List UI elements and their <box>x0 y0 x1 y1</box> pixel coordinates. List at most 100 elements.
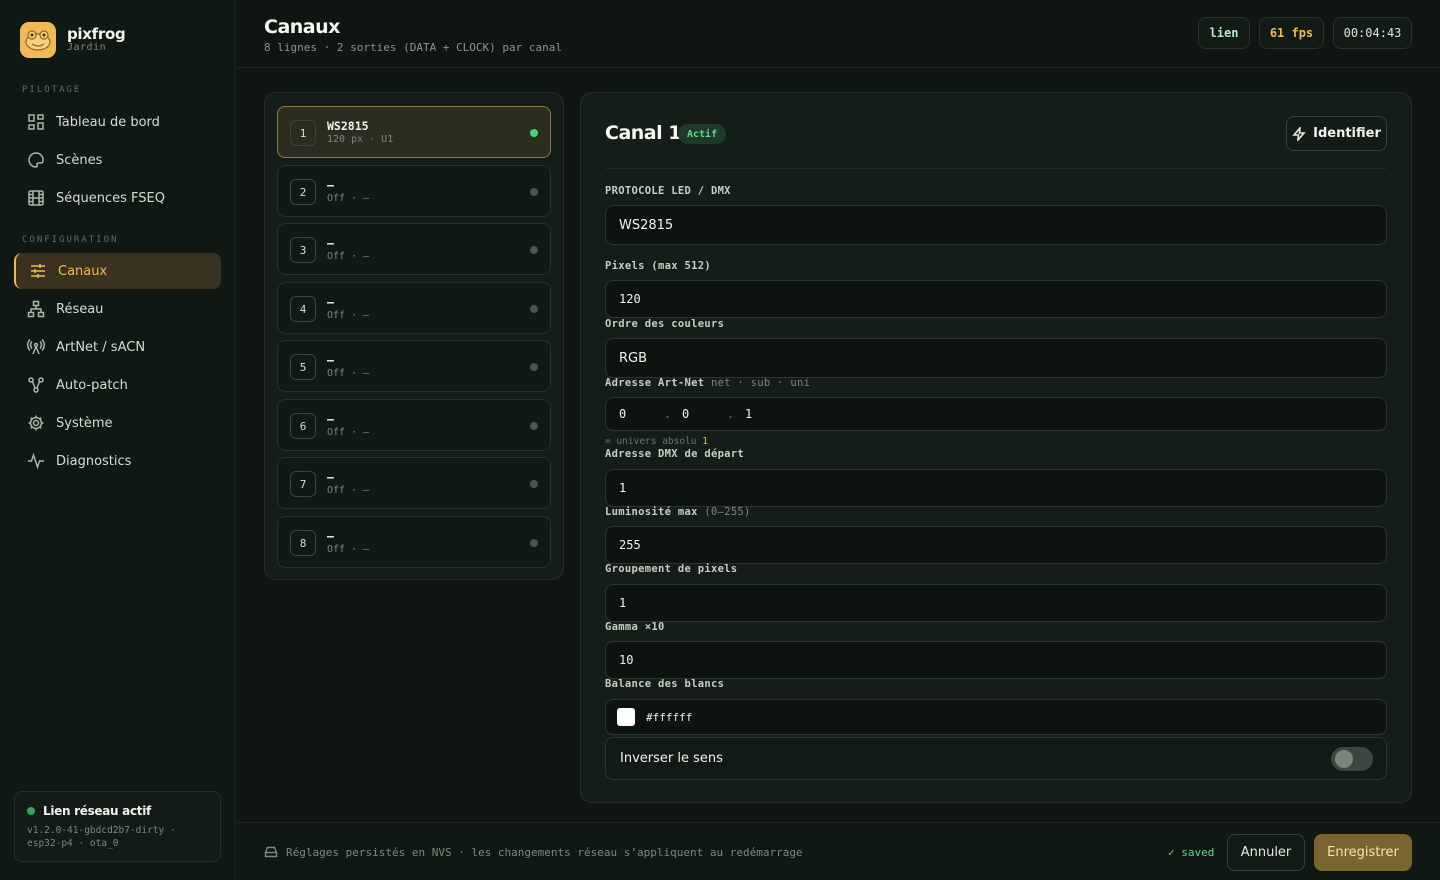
channel-name: — <box>327 295 334 309</box>
status-badge: Actif <box>678 124 727 144</box>
gamma-value: 10 <box>619 653 634 667</box>
pixels-input[interactable]: 120 <box>605 280 1387 318</box>
sidebar-item-label: Séquences FSEQ <box>56 190 165 206</box>
sidebar-item-label: Tableau de bord <box>56 114 160 130</box>
link-status-pill: lien <box>1198 17 1250 49</box>
section-label-pilotage: PILOTAGE <box>22 85 82 95</box>
channel-name: — <box>327 353 334 367</box>
channel-number: 3 <box>290 237 316 263</box>
page-header: Canaux 8 lignes · 2 sorties (DATA + CLOC… <box>236 0 1440 68</box>
gamma-input[interactable]: 10 <box>605 641 1387 679</box>
film-icon <box>28 190 44 206</box>
sidebar-item-label: Auto-patch <box>56 377 128 393</box>
sidebar: pixfrog Jardin PILOTAGE Tableau de bord … <box>0 0 236 880</box>
sidebar-item-canaux[interactable]: Canaux <box>14 253 221 289</box>
protocol-select[interactable]: WS2815 <box>605 205 1387 245</box>
channel-name: — <box>327 529 334 543</box>
footer-note: Réglages persistés en NVS · les changeme… <box>264 845 803 859</box>
save-button[interactable]: Enregistrer <box>1314 834 1412 871</box>
white-balance-picker[interactable]: #ffffff <box>605 699 1387 735</box>
artnet-sub-input[interactable]: 0 <box>674 407 724 421</box>
channel-status-dot-icon <box>530 305 538 313</box>
color-order-select[interactable]: RGB <box>605 338 1387 378</box>
grouping-input[interactable]: 1 <box>605 584 1387 622</box>
sidebar-item-dashboard[interactable]: Tableau de bord <box>14 104 221 140</box>
universe-hint-value: 1 <box>702 436 708 447</box>
channel-item-2[interactable]: 2 — Off · — <box>277 165 551 217</box>
artnet-uni-input[interactable]: 1 <box>737 407 787 421</box>
artnet-net-input[interactable]: 0 <box>611 407 661 421</box>
sidebar-item-reseau[interactable]: Réseau <box>14 291 221 327</box>
channel-name: — <box>327 470 334 484</box>
artnet-separator: . <box>726 407 735 421</box>
channel-item-3[interactable]: 3 — Off · — <box>277 223 551 275</box>
sidebar-item-label: Canaux <box>58 263 108 279</box>
artnet-separator: . <box>663 407 672 421</box>
sliders-icon <box>31 264 45 278</box>
brand-name: pixfrog <box>67 25 126 43</box>
sidebar-item-label: ArtNet / sACN <box>56 339 146 355</box>
invert-direction-toggle[interactable] <box>1331 747 1373 771</box>
saved-indicator: ✓ saved <box>1168 846 1215 859</box>
brand[interactable]: pixfrog Jardin <box>20 22 126 58</box>
sidebar-item-label: Système <box>56 415 113 431</box>
channel-item-8[interactable]: 8 — Off · — <box>277 516 551 568</box>
white-balance-value: #ffffff <box>646 710 693 724</box>
channel-title: Canal 1 <box>605 122 681 144</box>
protocol-value: WS2815 <box>619 217 674 233</box>
pixels-label: Pixels (max 512) <box>605 260 711 272</box>
channel-name: — <box>327 236 334 250</box>
channel-meta: Off · — <box>327 427 370 438</box>
grouping-label: Groupement de pixels <box>605 563 738 575</box>
channel-item-4[interactable]: 4 — Off · — <box>277 282 551 334</box>
dmx-address-input[interactable]: 1 <box>605 469 1387 507</box>
brightness-input[interactable]: 255 <box>605 526 1387 564</box>
channel-item-6[interactable]: 6 — Off · — <box>277 399 551 451</box>
divider <box>605 168 1387 169</box>
channel-status-dot-icon <box>530 422 538 430</box>
channel-status-dot-icon <box>530 246 538 254</box>
artnet-label-text: Adresse Art-Net <box>605 377 705 389</box>
sidebar-item-label: Diagnostics <box>56 453 132 469</box>
sidebar-item-label: Scènes <box>56 152 103 168</box>
channel-number: 4 <box>290 296 316 322</box>
network-status-card: Lien réseau actif v1.2.0-41-gbdcd2b7-dir… <box>14 791 221 862</box>
channel-item-1[interactable]: 1 WS2815 120 px · U1 <box>277 106 551 158</box>
channel-item-7[interactable]: 7 — Off · — <box>277 457 551 509</box>
channel-meta: Off · — <box>327 251 370 262</box>
artnet-address-label: Adresse Art-Net net · sub · uni <box>605 377 810 389</box>
sidebar-item-fseq[interactable]: Séquences FSEQ <box>14 180 221 216</box>
dmx-address-label: Adresse DMX de départ <box>605 448 745 460</box>
universe-hint: = univers absolu 1 <box>605 436 708 447</box>
channel-number: 7 <box>290 471 316 497</box>
channel-number: 2 <box>290 179 316 205</box>
gear-icon <box>28 415 44 431</box>
color-swatch[interactable] <box>617 708 635 726</box>
sidebar-item-autopatch[interactable]: Auto-patch <box>14 367 221 403</box>
identify-button[interactable]: Identifier <box>1286 116 1387 151</box>
sidebar-item-systeme[interactable]: Système <box>14 405 221 441</box>
cancel-button[interactable]: Annuler <box>1227 834 1305 871</box>
channel-number: 5 <box>290 354 316 380</box>
color-order-value: RGB <box>619 350 648 366</box>
firmware-version: v1.2.0-41-gbdcd2b7-dirty · <box>27 825 176 836</box>
channel-meta: Off · — <box>327 310 370 321</box>
antenna-icon <box>27 338 45 355</box>
channel-item-5[interactable]: 5 — Off · — <box>277 340 551 392</box>
brightness-value: 255 <box>619 538 641 552</box>
storage-icon <box>264 846 278 858</box>
nodes-icon <box>28 377 44 393</box>
sidebar-item-artnet[interactable]: ArtNet / sACN <box>14 329 221 365</box>
channel-status-dot-icon <box>530 480 538 488</box>
channel-meta: Off · — <box>327 193 370 204</box>
channel-meta: Off · — <box>327 368 370 379</box>
sidebar-item-diagnostics[interactable]: Diagnostics <box>14 443 221 479</box>
sidebar-item-scenes[interactable]: Scènes <box>14 142 221 178</box>
grid-icon <box>28 114 44 130</box>
uptime-pill: 00:04:43 <box>1333 17 1412 49</box>
identify-button-label: Identifier <box>1313 126 1381 141</box>
page-title: Canaux <box>264 16 340 38</box>
channel-number: 8 <box>290 530 316 556</box>
invert-direction-row: Inverser le sens <box>605 737 1387 780</box>
bolt-icon <box>1292 126 1306 141</box>
